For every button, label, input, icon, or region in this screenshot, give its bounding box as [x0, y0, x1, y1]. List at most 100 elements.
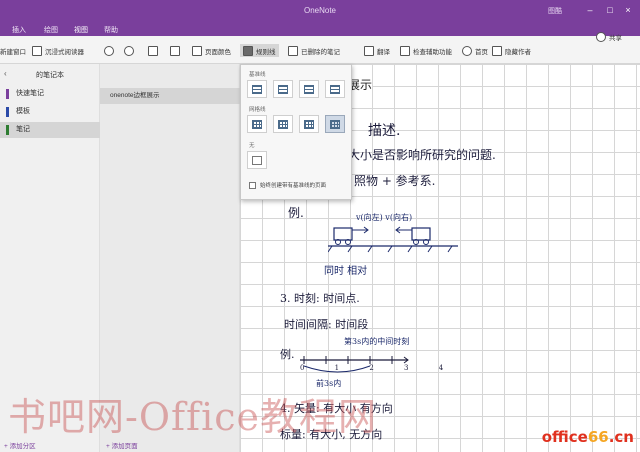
home-button[interactable]: 首页 [462, 44, 488, 57]
immersive-reader-label: 沉浸式阅读器 [45, 48, 84, 56]
ruled-lines-icon [330, 84, 340, 94]
handwriting-line: 第3s内的中间时刻 [344, 337, 410, 346]
menu-help[interactable]: 帮助 [104, 25, 118, 35]
share-button[interactable]: 共享 [596, 30, 622, 43]
reader-icon [32, 45, 42, 56]
new-window-label: 新建窗口 [0, 48, 26, 56]
handwriting-line: 例. [288, 206, 304, 220]
ruled-lines-icon [304, 84, 314, 94]
checkbox-label: 始终创建带有基准线的页面 [260, 183, 327, 189]
menu-insert[interactable]: 插入 [12, 25, 26, 35]
share-icon [596, 31, 606, 42]
user-name[interactable]: 图酷 [548, 6, 562, 16]
grid-icon [278, 119, 288, 129]
handwriting-line: 同时 相对 [324, 266, 368, 277]
timeline-diagram [300, 356, 409, 373]
add-section-button[interactable]: + 添加分区 [4, 440, 36, 450]
menu-bar: 插入 绘图 视图 帮助 [0, 22, 640, 38]
ruled-group-label: 基准线 [249, 72, 266, 78]
ruled-standard-option[interactable] [299, 80, 319, 98]
grid-icon [304, 119, 314, 129]
timeline-numbers: 0 1 2 3 4 [300, 364, 458, 372]
fit-icon [170, 45, 180, 56]
rule-lines-icon [243, 45, 253, 56]
menu-draw[interactable]: 绘图 [44, 25, 58, 35]
notebook-name[interactable]: 的笔记本 [0, 70, 100, 80]
watermark-text: 书吧网-Office教程网 [8, 395, 378, 439]
accessibility-button[interactable]: 检查辅助功能 [400, 44, 452, 57]
section-label: 快速笔记 [16, 90, 44, 97]
site-watermark: office66.cn [542, 428, 634, 446]
section-template[interactable]: 模板 [0, 104, 100, 120]
home-label: 首页 [475, 48, 488, 56]
page-width-icon [148, 45, 158, 56]
ruled-wide-option[interactable] [325, 80, 345, 98]
ruled-options [247, 80, 345, 98]
handwriting-line: 照物 + 参考系. [354, 174, 436, 188]
section-color-bar [6, 89, 9, 99]
deleted-notes-button[interactable]: 已删除的笔记 [288, 44, 340, 57]
immersive-reader-button[interactable]: 沉浸式阅读器 [32, 44, 84, 57]
accessibility-label: 检查辅助功能 [413, 48, 452, 56]
section-label: 笔记 [16, 126, 30, 133]
rule-lines-dropdown: 基准线 网格线 无 始终创建带有基准线的页面 [240, 64, 352, 200]
new-window-button[interactable]: 新建窗口 [0, 44, 26, 57]
translate-button[interactable]: 翻译 [364, 44, 390, 57]
hide-authors-label: 隐藏作者 [505, 48, 531, 56]
site-watermark-prefix: office [541, 428, 588, 446]
maximize-button[interactable]: □ [602, 4, 618, 16]
ruled-narrow-option[interactable] [247, 80, 267, 98]
ruled-college-option[interactable] [273, 80, 293, 98]
hide-authors-button[interactable]: 隐藏作者 [492, 44, 531, 57]
none-options [247, 151, 267, 169]
section-color-bar [6, 125, 9, 135]
fit-button[interactable] [170, 44, 180, 57]
rule-lines-label: 规则线 [256, 48, 276, 56]
page-color-label: 页面颜色 [205, 48, 231, 56]
zoom-in-icon [124, 45, 134, 56]
deleted-notes-label: 已删除的笔记 [301, 48, 340, 56]
grid-small-option[interactable] [247, 115, 267, 133]
section-notes[interactable]: 笔记 [0, 122, 100, 138]
grid-medium-option[interactable] [273, 115, 293, 133]
page-color-icon [192, 45, 202, 56]
handwriting-line: 时间间隔: 时间段 [284, 318, 369, 331]
close-button[interactable]: × [620, 4, 636, 16]
minimize-button[interactable]: – [582, 4, 598, 16]
add-section-label: 添加分区 [9, 443, 36, 450]
grid-icon [330, 119, 340, 129]
no-lines-option[interactable] [247, 151, 267, 169]
none-group-label: 无 [249, 143, 255, 149]
add-page-button[interactable]: + 添加页面 [106, 440, 138, 450]
page-color-button[interactable]: 页面颜色 [192, 44, 231, 57]
authors-icon [492, 45, 502, 56]
always-rule-lines-checkbox[interactable]: 始终创建带有基准线的页面 [249, 181, 326, 189]
page-width-button[interactable] [148, 44, 158, 57]
grid-options [247, 115, 345, 133]
site-watermark-suffix: .cn [608, 428, 634, 446]
zoom-in-button[interactable] [124, 44, 134, 57]
accessibility-icon [400, 45, 410, 56]
grid-large-option[interactable] [299, 115, 319, 133]
handwriting-line: 描述. [368, 123, 401, 139]
grid-group-label: 网格线 [249, 107, 266, 113]
grid-xlarge-option[interactable] [325, 115, 345, 133]
share-label: 共享 [609, 34, 622, 42]
zoom-out-button[interactable] [104, 44, 114, 57]
ruled-lines-icon [278, 84, 288, 94]
ribbon: 新建窗口 沉浸式阅读器 页面颜色 规则线 已删除的笔记 翻译 检查辅助功能 首页… [0, 31, 640, 64]
translate-icon [364, 45, 374, 56]
ruled-lines-icon [252, 84, 262, 94]
page-item[interactable]: onenote边框展示 [100, 88, 240, 104]
rule-lines-button[interactable]: 规则线 [240, 44, 279, 57]
handwriting-line: 大小是否影响所研究的问题. [348, 148, 496, 162]
add-page-label: 添加页面 [111, 443, 138, 450]
site-watermark-highlight: 66 [587, 428, 609, 446]
handwriting-line: 3. 时刻: 时间点. [280, 292, 360, 305]
section-quick-notes[interactable]: 快速笔记 [0, 86, 100, 102]
grid-icon [252, 119, 262, 129]
handwriting-line: 例. [280, 348, 295, 361]
translate-label: 翻译 [377, 48, 390, 56]
section-color-bar [6, 107, 9, 117]
trash-icon [288, 45, 298, 56]
